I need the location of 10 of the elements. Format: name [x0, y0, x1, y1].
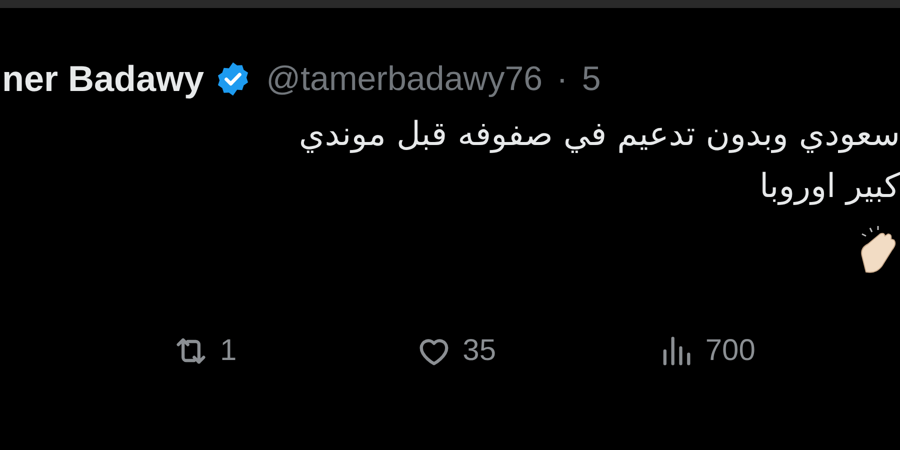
- separator-dot: ·: [556, 60, 568, 98]
- views-button[interactable]: 700: [657, 332, 900, 370]
- author-name[interactable]: ner Badawy: [2, 58, 204, 100]
- clapping-hands-icon: [858, 226, 898, 274]
- post-time: 5: [582, 60, 601, 98]
- like-button[interactable]: 35: [414, 332, 658, 370]
- post-text-line: سعودي وبدون تدعيم في صفوفه قبل موندي: [298, 113, 900, 155]
- author-handle[interactable]: @tamerbadawy76: [266, 60, 543, 98]
- post-text-line: كبير اوروبا: [759, 165, 900, 207]
- retweet-button[interactable]: 1: [172, 332, 415, 370]
